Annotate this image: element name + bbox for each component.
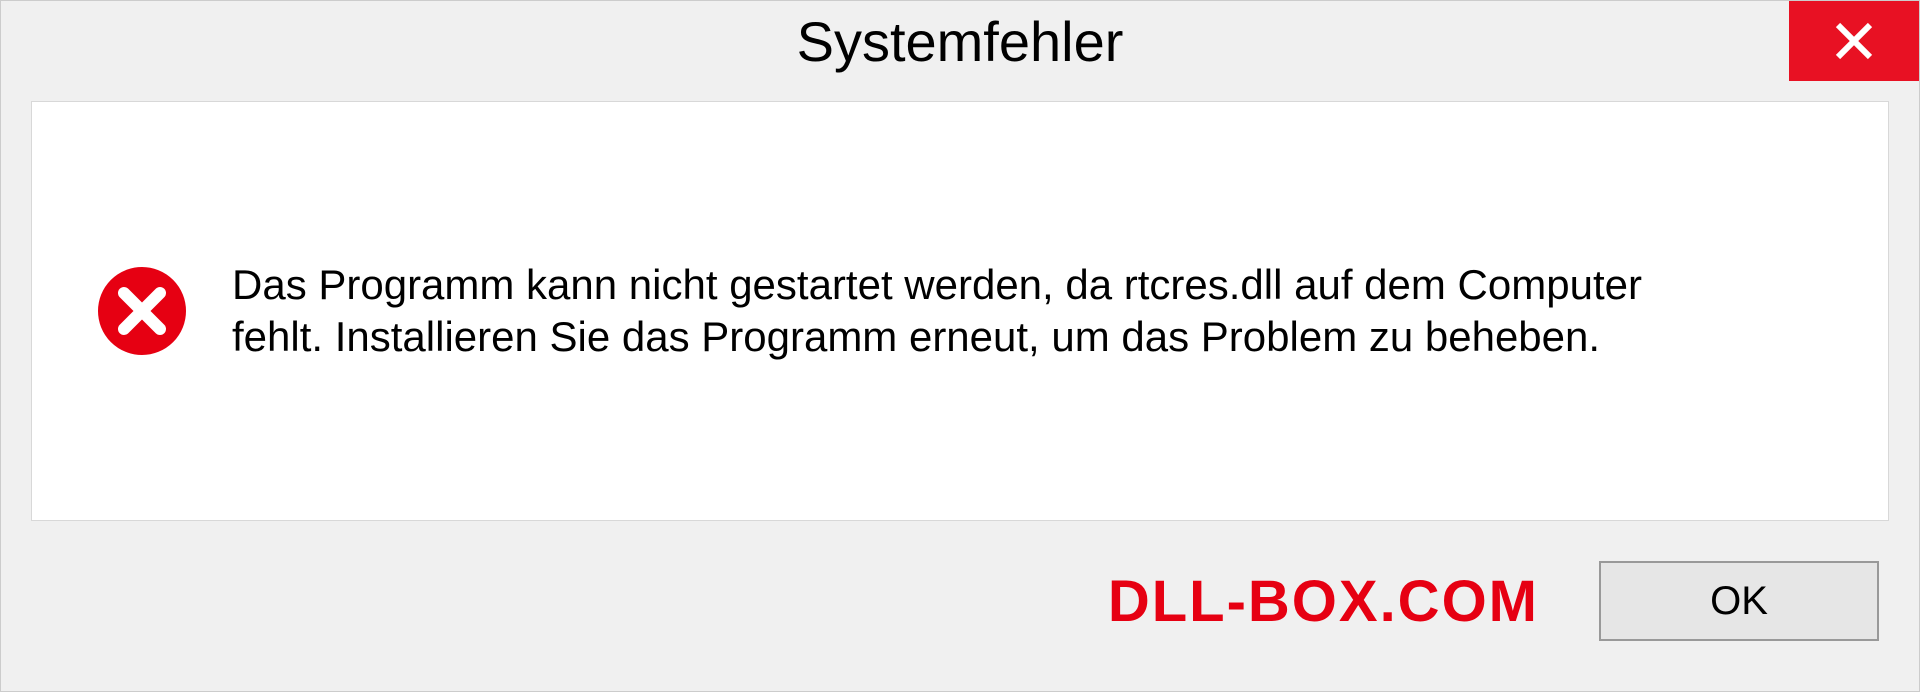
dialog-title: Systemfehler	[797, 9, 1124, 74]
content-panel: Das Programm kann nicht gestartet werden…	[31, 101, 1889, 521]
ok-button-label: OK	[1710, 579, 1768, 624]
error-dialog: Systemfehler Das Programm kann nicht ges…	[0, 0, 1920, 692]
watermark-text: DLL-BOX.COM	[1108, 568, 1539, 635]
close-button[interactable]	[1789, 1, 1919, 81]
error-message: Das Programm kann nicht gestartet werden…	[232, 259, 1732, 364]
ok-button[interactable]: OK	[1599, 561, 1879, 641]
dialog-footer: DLL-BOX.COM OK	[1, 541, 1919, 661]
error-icon	[92, 261, 192, 361]
close-icon	[1832, 19, 1876, 63]
titlebar: Systemfehler	[1, 1, 1919, 81]
